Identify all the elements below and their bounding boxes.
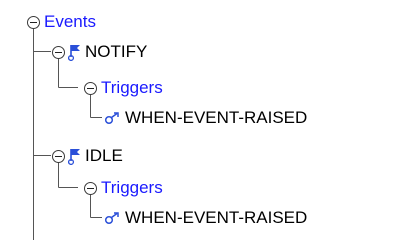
collapse-toggle-icon[interactable] — [52, 149, 65, 163]
tree-node-label-notify[interactable]: NOTIFY — [85, 41, 147, 63]
collapse-toggle-icon[interactable] — [52, 45, 65, 59]
tree-node-label-events[interactable]: Events — [44, 11, 96, 33]
tree-node-triggers-idle[interactable]: Triggers — [84, 176, 163, 200]
tree-node-label-trigger[interactable]: WHEN-EVENT-RAISED — [125, 207, 307, 229]
tree-node-trigger-idle[interactable]: WHEN-EVENT-RAISED — [103, 206, 307, 230]
tree-node-notify[interactable]: NOTIFY — [52, 40, 147, 64]
event-flag-icon — [67, 147, 82, 166]
collapse-toggle-icon[interactable] — [84, 181, 97, 195]
trigger-link-icon — [103, 111, 123, 125]
trigger-link-icon — [103, 211, 123, 225]
tree-node-label-trigger[interactable]: WHEN-EVENT-RAISED — [125, 107, 307, 129]
tree-node-idle[interactable]: IDLE — [52, 144, 123, 168]
tree-node-trigger-notify[interactable]: WHEN-EVENT-RAISED — [103, 106, 307, 130]
tree-node-label-triggers[interactable]: Triggers — [101, 177, 163, 199]
collapse-toggle-icon[interactable] — [84, 81, 97, 95]
tree-node-events[interactable]: Events — [27, 10, 96, 34]
event-flag-icon — [67, 43, 82, 62]
tree-node-label-idle[interactable]: IDLE — [85, 145, 123, 167]
tree-node-label-triggers[interactable]: Triggers — [101, 77, 163, 99]
collapse-toggle-icon[interactable] — [27, 15, 40, 29]
object-navigator-tree: Events NOTIFY Triggers WHEN-EVENT-RAISED — [0, 0, 407, 240]
tree-node-triggers-notify[interactable]: Triggers — [84, 76, 163, 100]
